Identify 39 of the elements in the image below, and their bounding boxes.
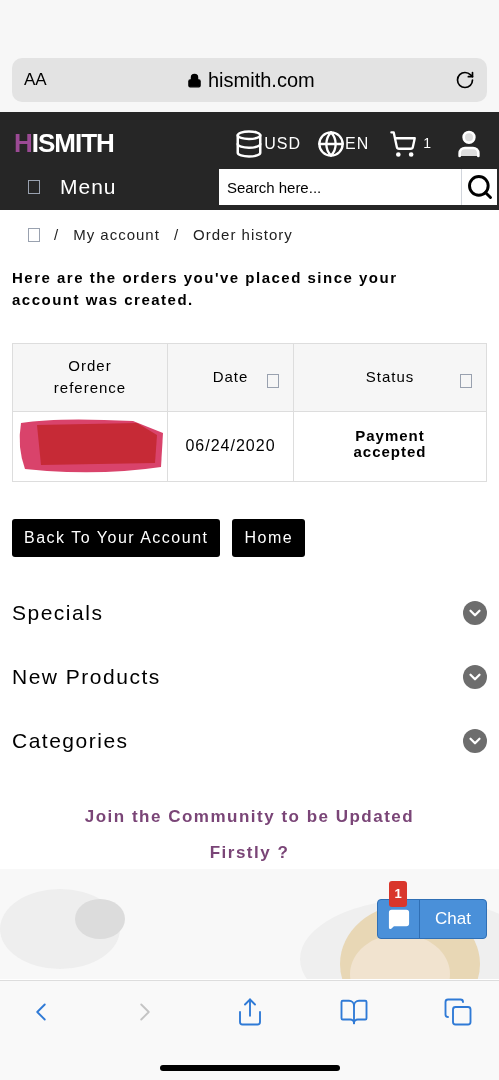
sort-icon (267, 373, 279, 388)
language-selector[interactable]: EN (344, 131, 370, 156)
logo[interactable]: HISMITH (14, 124, 114, 163)
search-icon[interactable] (465, 173, 494, 201)
column-header[interactable]: Status (293, 343, 487, 411)
cart-count: 1 (423, 134, 431, 153)
breadcrumb-separator: / (54, 225, 60, 245)
book-icon[interactable] (338, 997, 369, 1027)
breadcrumb-link[interactable]: Order history (193, 224, 293, 247)
breadcrumb-link[interactable]: My account (73, 224, 160, 247)
accordion-header[interactable]: Specials (12, 594, 487, 631)
community-heading: Join the Community to be Updated Firstly ? (83, 805, 416, 864)
tabs-icon[interactable] (443, 997, 473, 1027)
nav-button[interactable]: Home (232, 518, 306, 557)
search-field[interactable]: Search here... (219, 169, 461, 205)
currency-selector[interactable]: USD (264, 131, 301, 156)
status-text: Payment accepted (352, 428, 428, 461)
nav-button[interactable]: Back To Your Account (12, 518, 221, 557)
url-text: hismith.com (208, 68, 315, 93)
accordion-header[interactable]: New Products (12, 658, 487, 695)
column-header[interactable]: Date (167, 343, 294, 411)
chat-icon (387, 907, 410, 930)
sort-icon (460, 373, 472, 388)
coins-icon (234, 128, 265, 159)
globe-icon (316, 129, 345, 158)
home-icon (28, 228, 40, 243)
address-bar[interactable]: AA hismith.com (12, 58, 487, 102)
reload-icon[interactable] (455, 70, 475, 90)
breadcrumb-separator: / (173, 225, 180, 245)
notification-badge: 1 (389, 880, 407, 907)
accordion-header[interactable]: Categories (12, 722, 487, 759)
menu-icon (28, 180, 40, 194)
lock-icon (187, 72, 202, 88)
intro-text: Here are the orders you've placed since your account was created. (11, 267, 399, 310)
menu-button[interactable]: Menu (60, 171, 117, 203)
text-size-button[interactable]: AA (24, 67, 47, 93)
table-cell: 06/24/2020 (167, 411, 294, 481)
cart-icon[interactable] (389, 129, 418, 158)
column-header: Order reference (12, 343, 168, 411)
